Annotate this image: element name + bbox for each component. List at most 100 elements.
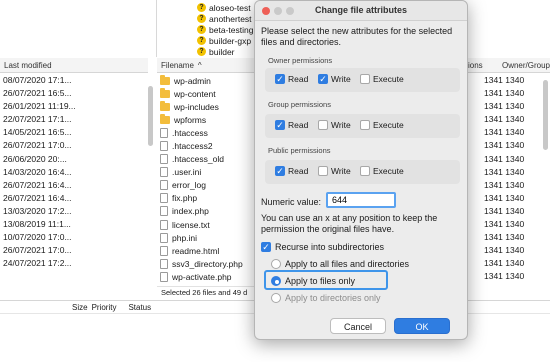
radio-empty-icon bbox=[271, 293, 281, 303]
remote-file-row[interactable]: wp-admin bbox=[157, 74, 267, 87]
remote-file-row[interactable]: fix.php bbox=[157, 192, 267, 205]
local-file-row[interactable]: 26/07/2021 16:4... bbox=[0, 192, 148, 205]
local-file-row[interactable]: 26/07/2021 17:0... bbox=[0, 244, 148, 257]
local-file-row[interactable]: 08/07/2020 17:1... bbox=[0, 74, 148, 87]
local-file-row[interactable]: 26/07/2021 17:0... bbox=[0, 139, 148, 152]
file-icon bbox=[160, 258, 168, 269]
file-icon bbox=[160, 245, 168, 256]
owner-execute-checkbox[interactable]: Execute bbox=[360, 74, 404, 84]
local-file-row[interactable]: 26/06/2020 20:... bbox=[0, 153, 148, 166]
owner-group-cell: 1341 1340 bbox=[484, 245, 525, 256]
remote-directory-tree: ? aloseo-test ? anothertest ? beta-testing … bbox=[157, 0, 267, 57]
group-write-checkbox[interactable]: Write bbox=[318, 120, 351, 130]
owner-group-cell: 1341 1340 bbox=[484, 271, 525, 282]
remote-owner-header[interactable]: ions Owner/Group bbox=[468, 58, 550, 73]
local-file-row[interactable]: 13/03/2020 17:2... bbox=[0, 205, 148, 218]
local-file-row[interactable]: 14/05/2021 16:5... bbox=[0, 126, 148, 139]
apply-to-directories-radio[interactable]: Apply to directories only bbox=[271, 293, 381, 303]
folder-icon bbox=[160, 74, 170, 85]
group-permissions-group: ✓ Read Write Execute bbox=[265, 114, 460, 138]
checkmark-icon: ✓ bbox=[275, 166, 285, 176]
owner-group-cell: 1341 1340 bbox=[484, 205, 525, 216]
numeric-value-input[interactable] bbox=[326, 192, 396, 208]
local-column-header[interactable]: Last modified bbox=[0, 58, 148, 73]
public-permissions-label: Public permissions bbox=[268, 146, 331, 155]
remote-file-row[interactable]: .htaccess2 bbox=[157, 139, 267, 152]
remote-file-row[interactable]: php.ini bbox=[157, 231, 267, 244]
warning-icon: ? bbox=[197, 25, 206, 34]
chevron-up-icon: ^ bbox=[197, 60, 202, 70]
owner-permissions-label: Owner permissions bbox=[268, 56, 333, 65]
file-icon bbox=[160, 141, 168, 152]
dialog-intro-text: Please select the new attributes for the… bbox=[261, 26, 453, 47]
remote-file-row[interactable]: index.php bbox=[157, 205, 267, 218]
file-icon bbox=[160, 206, 168, 217]
group-execute-checkbox[interactable]: Execute bbox=[360, 120, 404, 130]
remote-file-row[interactable]: wp-includes bbox=[157, 100, 267, 113]
remote-file-row[interactable]: .user.ini bbox=[157, 166, 267, 179]
remote-file-row[interactable]: readme.html bbox=[157, 244, 267, 257]
file-icon bbox=[160, 154, 168, 165]
apply-to-all-radio[interactable]: Apply to all files and directories bbox=[271, 259, 409, 269]
highlight-box bbox=[264, 270, 388, 290]
warning-icon: ? bbox=[197, 3, 206, 12]
file-icon bbox=[160, 167, 168, 178]
group-permissions-label: Group permissions bbox=[268, 100, 331, 109]
local-file-row[interactable]: 26/01/2021 11:19... bbox=[0, 100, 148, 113]
tree-item[interactable]: ? builder-gxp bbox=[197, 35, 251, 46]
group-read-checkbox[interactable]: ✓ Read bbox=[275, 120, 308, 130]
local-file-row[interactable]: 26/07/2021 16:5... bbox=[0, 87, 148, 100]
owner-group-cell: 1341 1340 bbox=[484, 114, 525, 125]
remote-file-row[interactable]: license.txt bbox=[157, 218, 267, 231]
tree-item[interactable]: ? anothertest bbox=[197, 13, 252, 24]
public-write-checkbox[interactable]: Write bbox=[318, 166, 351, 176]
owner-group-cell: 1341 1340 bbox=[484, 88, 525, 99]
remote-file-row[interactable]: error_log bbox=[157, 179, 267, 192]
remote-file-row[interactable]: wp-activate.php bbox=[157, 270, 267, 283]
public-read-checkbox[interactable]: ✓ Read bbox=[275, 166, 308, 176]
checkmark-icon: ✓ bbox=[261, 242, 271, 252]
remote-file-row[interactable]: .htaccess bbox=[157, 126, 267, 139]
remote-filename-header[interactable]: Filename ^ bbox=[157, 58, 267, 73]
remote-file-row[interactable]: wpforms bbox=[157, 113, 267, 126]
owner-group-cell: 1341 1340 bbox=[484, 75, 525, 85]
remote-status-text: Selected 26 files and 49 d bbox=[157, 286, 267, 298]
owner-read-checkbox[interactable]: ✓ Read bbox=[275, 74, 308, 84]
remote-scrollbar[interactable] bbox=[543, 80, 548, 150]
cancel-button[interactable]: Cancel bbox=[330, 318, 386, 334]
ok-button[interactable]: OK bbox=[394, 318, 450, 334]
local-directory-tree bbox=[0, 0, 157, 57]
local-file-row[interactable]: 13/08/2019 11:1... bbox=[0, 218, 148, 231]
warning-icon: ? bbox=[197, 47, 206, 56]
checkbox-empty-icon bbox=[360, 120, 370, 130]
radio-empty-icon bbox=[271, 259, 281, 269]
local-file-row[interactable]: 26/07/2021 16:4... bbox=[0, 179, 148, 192]
local-file-row[interactable]: 10/07/2020 17:0... bbox=[0, 231, 148, 244]
owner-group-cell: 1341 1340 bbox=[484, 166, 525, 177]
owner-write-checkbox[interactable]: ✓ Write bbox=[318, 74, 351, 84]
local-file-row[interactable]: 24/07/2021 17:2... bbox=[0, 257, 148, 270]
checkmark-icon: ✓ bbox=[275, 120, 285, 130]
local-file-row[interactable]: 14/03/2020 16:4... bbox=[0, 166, 148, 179]
owner-permissions-group: ✓ Read ✓ Write Execute bbox=[265, 68, 460, 92]
tree-item[interactable]: ? builder bbox=[197, 46, 235, 57]
folder-icon bbox=[160, 100, 170, 111]
file-icon bbox=[160, 219, 168, 230]
remote-file-row[interactable]: wp-content bbox=[157, 87, 267, 100]
local-scrollbar[interactable] bbox=[148, 86, 153, 146]
recurse-subdirectories-checkbox[interactable]: ✓ Recurse into subdirectories bbox=[261, 242, 384, 252]
warning-icon: ? bbox=[197, 36, 206, 45]
remote-file-list: wp-admin wp-content wp-includes wpforms .hta… bbox=[157, 74, 267, 286]
owner-group-cell: 1341 1340 bbox=[484, 192, 525, 203]
tree-item[interactable]: ? aloseo-test bbox=[197, 2, 251, 13]
local-file-row[interactable]: 22/07/2021 17:1... bbox=[0, 113, 148, 126]
owner-group-cell: 1341 1340 bbox=[484, 153, 525, 164]
public-execute-checkbox[interactable]: Execute bbox=[360, 166, 404, 176]
checkbox-empty-icon bbox=[318, 166, 328, 176]
remote-file-row[interactable]: ssv3_directory.php bbox=[157, 257, 267, 270]
file-icon bbox=[160, 232, 168, 243]
remote-file-row[interactable]: .htaccess_old bbox=[157, 153, 267, 166]
numeric-value-label: Numeric value: bbox=[261, 197, 322, 207]
tree-item[interactable]: ? beta-testing bbox=[197, 24, 253, 35]
checkmark-icon: ✓ bbox=[275, 74, 285, 84]
